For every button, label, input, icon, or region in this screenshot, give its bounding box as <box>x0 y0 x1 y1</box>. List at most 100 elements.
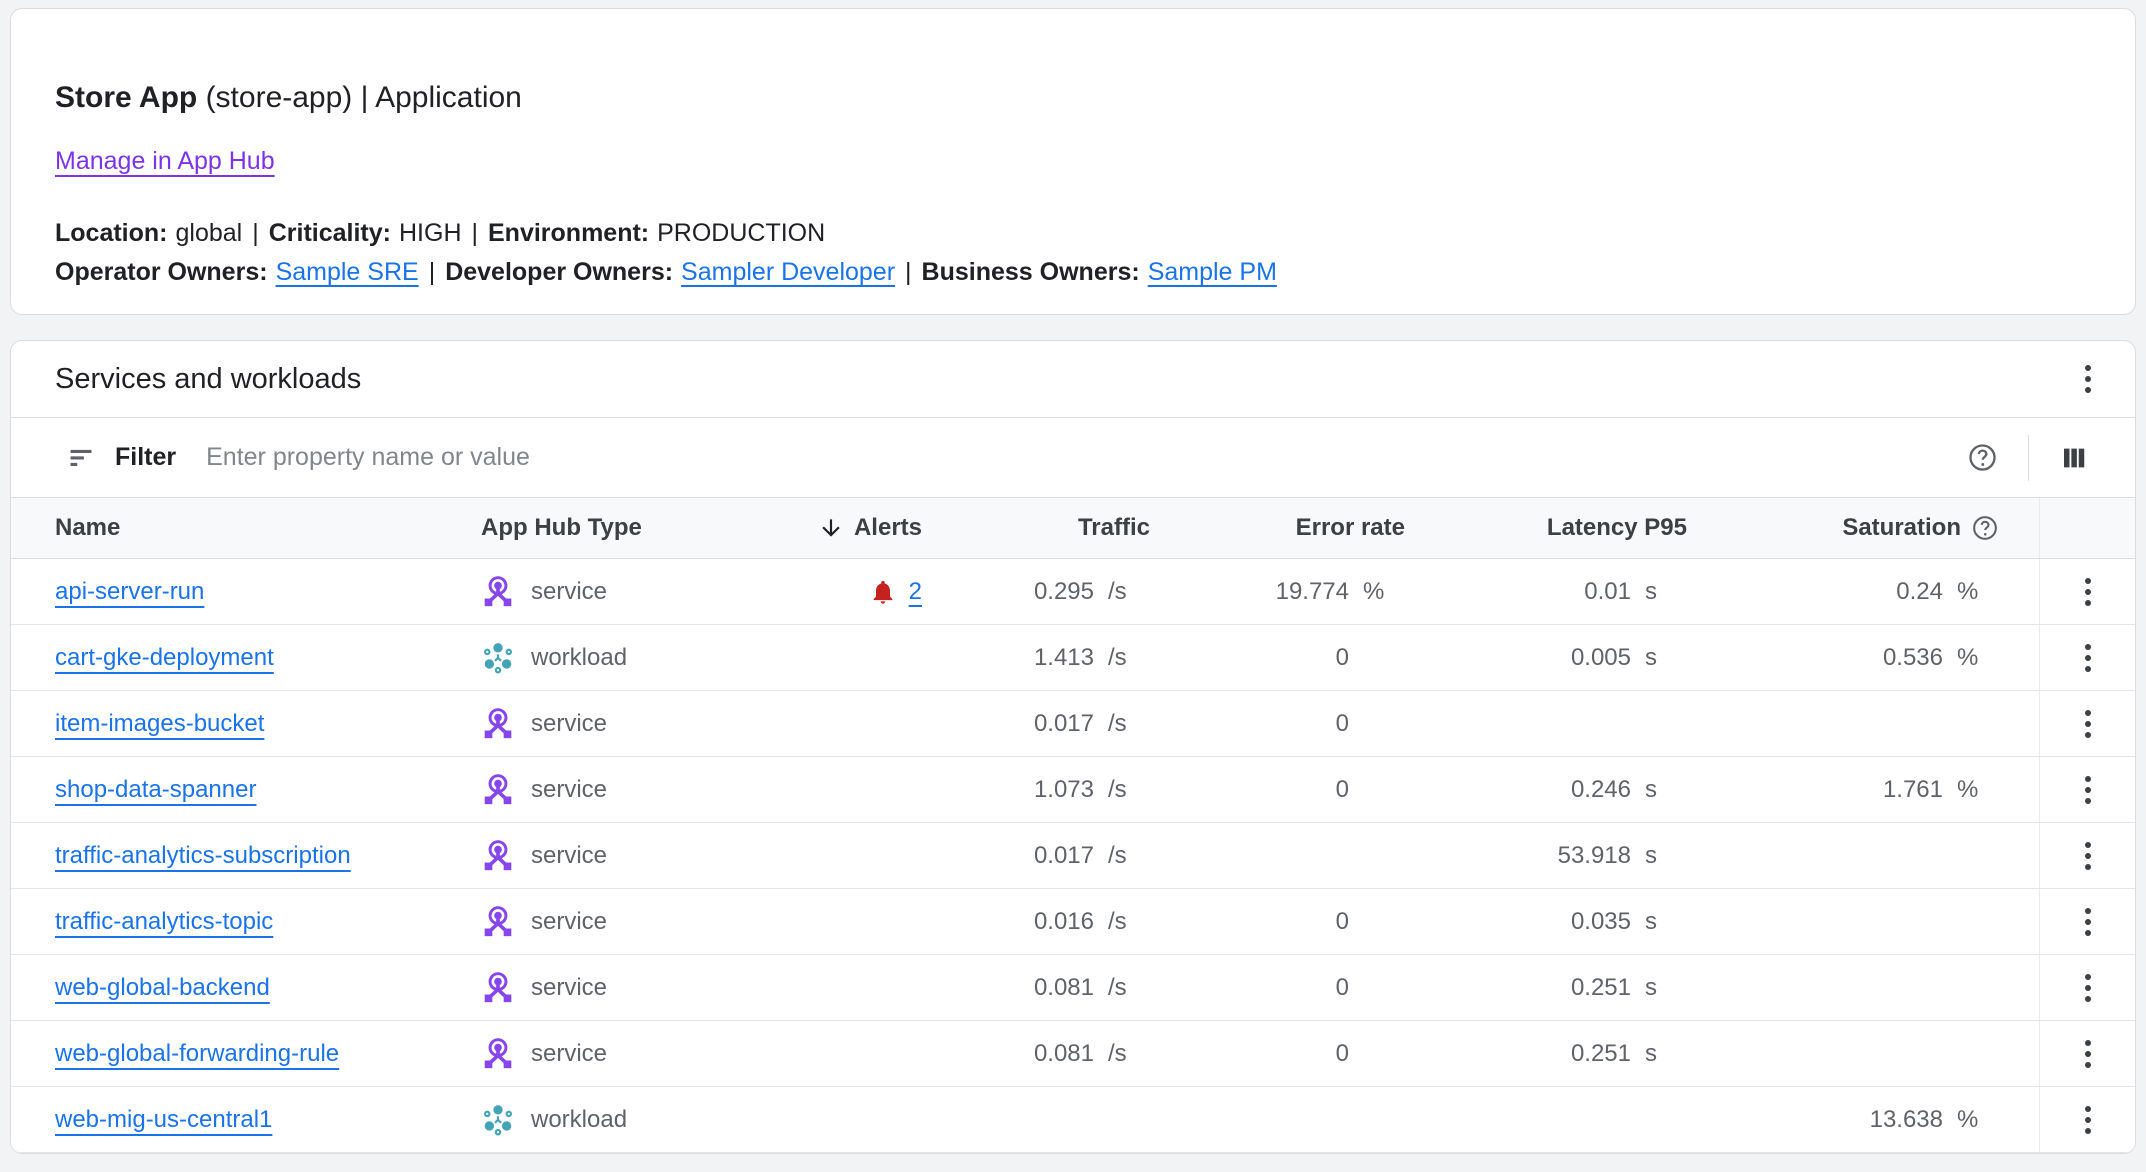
service-name-link[interactable]: item-images-bucket <box>55 710 264 738</box>
traffic-unit: /s <box>1094 776 1150 804</box>
column-header-alerts[interactable]: Alerts <box>771 514 946 542</box>
row-menu-button[interactable] <box>2077 1098 2099 1142</box>
saturation-unit: % <box>1943 1106 1999 1134</box>
application-attributes: Location:global|Criticality:HIGH|Environ… <box>55 214 2091 292</box>
row-menu-button[interactable] <box>2077 1032 2099 1076</box>
divider <box>2028 435 2029 481</box>
error-rate-value: 0 <box>1336 908 1349 936</box>
filter-bar: Filter <box>11 418 2135 498</box>
row-menu-button[interactable] <box>2077 966 2099 1010</box>
latency-p95-value: 0.251 <box>1571 1040 1631 1068</box>
traffic-value: 0.017 <box>1034 710 1094 738</box>
latency-p95-unit: s <box>1631 1040 1687 1068</box>
services-and-workloads-card: Services and workloads Filter Name App H… <box>10 340 2136 1154</box>
latency-p95-value: 0.005 <box>1571 644 1631 672</box>
environment-label: Environment: <box>488 219 649 247</box>
error-rate-value: 19.774 <box>1276 578 1349 606</box>
service-name-link[interactable]: web-mig-us-central1 <box>55 1106 272 1134</box>
app-hub-type-label: service <box>531 908 607 936</box>
traffic-value: 0.081 <box>1034 974 1094 1002</box>
application-name: Store App <box>55 81 197 114</box>
column-display-options-icon[interactable] <box>2059 443 2089 473</box>
table-row: shop-data-spanner service 1.073/s 0 <box>11 757 2135 823</box>
column-header-latency-p95[interactable]: Latency P95 <box>1441 514 1731 542</box>
developer-owner-link[interactable]: Sampler Developer <box>681 258 895 286</box>
service-name-link[interactable]: traffic-analytics-subscription <box>55 842 351 870</box>
location-label: Location: <box>55 219 168 247</box>
criticality-value: HIGH <box>399 219 462 247</box>
app-hub-service-icon <box>481 575 515 609</box>
error-rate-value: 0 <box>1336 1040 1349 1068</box>
latency-p95-value: 0.251 <box>1571 974 1631 1002</box>
latency-p95-unit: s <box>1631 644 1687 672</box>
filter-label: Filter <box>115 443 176 472</box>
traffic-unit: /s <box>1094 974 1150 1002</box>
saturation-value: 1.761 <box>1883 776 1943 804</box>
manage-in-app-hub-link[interactable]: Manage in App Hub <box>55 147 275 176</box>
service-name-link[interactable]: api-server-run <box>55 578 204 606</box>
traffic-value: 0.081 <box>1034 1040 1094 1068</box>
alert-count-link[interactable]: 2 <box>909 578 922 606</box>
attributes-line-2: Operator Owners:Sample SRE|Developer Own… <box>55 253 2091 292</box>
row-menu-button[interactable] <box>2077 702 2099 746</box>
app-hub-service-icon <box>481 905 515 939</box>
column-header-error-rate[interactable]: Error rate <box>1186 514 1441 542</box>
table-row: web-global-forwarding-rule service 0.081… <box>11 1021 2135 1087</box>
criticality-label: Criticality: <box>269 219 391 247</box>
traffic-unit: /s <box>1094 710 1150 738</box>
app-hub-service-icon <box>481 1037 515 1071</box>
operator-owners-label: Operator Owners: <box>55 258 268 286</box>
error-rate-value: 0 <box>1336 974 1349 1002</box>
attributes-line-1: Location:global|Criticality:HIGH|Environ… <box>55 214 2091 253</box>
row-menu-button[interactable] <box>2077 636 2099 680</box>
latency-p95-unit: s <box>1631 578 1687 606</box>
saturation-unit: % <box>1943 776 1999 804</box>
saturation-help-icon[interactable] <box>1971 514 1999 542</box>
service-name-link[interactable]: cart-gke-deployment <box>55 644 274 672</box>
table-row: item-images-bucket service 0.017/s 0 <box>11 691 2135 757</box>
service-name-link[interactable]: web-global-forwarding-rule <box>55 1040 339 1068</box>
row-menu-button[interactable] <box>2077 834 2099 878</box>
column-header-name[interactable]: Name <box>55 514 471 542</box>
traffic-value: 0.295 <box>1034 578 1094 606</box>
traffic-value: 0.016 <box>1034 908 1094 936</box>
location-value: global <box>176 219 243 247</box>
traffic-unit: /s <box>1094 908 1150 936</box>
service-name-link[interactable]: web-global-backend <box>55 974 270 1002</box>
column-header-saturation[interactable]: Saturation <box>1731 514 2039 542</box>
saturation-value: 0.24 <box>1896 578 1943 606</box>
latency-p95-value: 53.918 <box>1558 842 1631 870</box>
latency-p95-unit: s <box>1631 842 1687 870</box>
table-header-row: Name App Hub Type Alerts Traffic Error r… <box>11 498 2135 559</box>
table-row: web-global-backend service 0.081/s 0 <box>11 955 2135 1021</box>
app-hub-workload-icon <box>481 641 515 675</box>
help-icon[interactable] <box>1967 442 1998 473</box>
environment-value: PRODUCTION <box>657 219 825 247</box>
app-hub-service-icon <box>481 971 515 1005</box>
saturation-unit: % <box>1943 644 1999 672</box>
row-menu-button[interactable] <box>2077 900 2099 944</box>
column-header-app-hub-type[interactable]: App Hub Type <box>471 514 771 542</box>
app-hub-type-label: service <box>531 710 607 738</box>
latency-p95-unit: s <box>1631 908 1687 936</box>
filter-input[interactable] <box>204 442 1967 473</box>
operator-owner-link[interactable]: Sample SRE <box>276 258 419 286</box>
service-name-link[interactable]: traffic-analytics-topic <box>55 908 273 936</box>
traffic-unit: /s <box>1094 1040 1150 1068</box>
saturation-value: 13.638 <box>1870 1106 1943 1134</box>
app-hub-service-icon <box>481 773 515 807</box>
card-menu-button[interactable] <box>2077 357 2099 401</box>
error-rate-unit: % <box>1349 578 1405 606</box>
app-hub-type-label: service <box>531 776 607 804</box>
row-menu-button[interactable] <box>2077 768 2099 812</box>
latency-p95-value: 0.246 <box>1571 776 1631 804</box>
business-owner-link[interactable]: Sample PM <box>1148 258 1277 286</box>
row-menu-button[interactable] <box>2077 570 2099 614</box>
column-header-traffic[interactable]: Traffic <box>946 514 1186 542</box>
table-row: cart-gke-deployment workload 1.413/s 0 <box>11 625 2135 691</box>
alert-bell-icon <box>869 578 897 606</box>
table-row: web-mig-us-central1 workload <box>11 1087 2135 1153</box>
app-hub-service-icon <box>481 839 515 873</box>
app-hub-service-icon <box>481 707 515 741</box>
service-name-link[interactable]: shop-data-spanner <box>55 776 256 804</box>
